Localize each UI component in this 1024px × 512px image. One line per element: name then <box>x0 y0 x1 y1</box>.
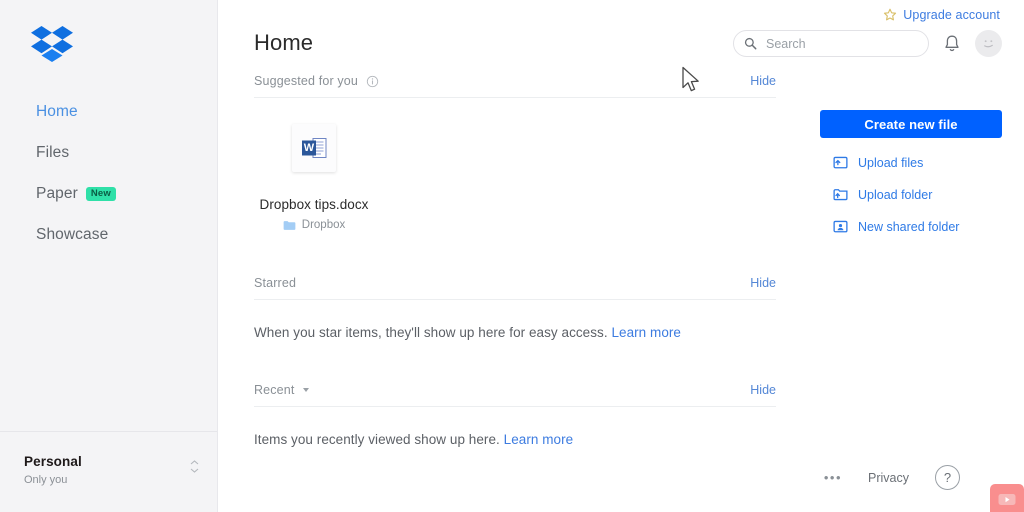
account-subtitle: Only you <box>24 474 68 486</box>
recent-learn-more-link[interactable]: Learn more <box>504 432 574 447</box>
rail-link-label: Upload files <box>858 155 924 170</box>
folder-icon <box>283 220 296 230</box>
sidebar-item-label: Home <box>36 103 78 120</box>
starred-empty-text: When you star items, they'll show up her… <box>254 325 608 340</box>
starred-learn-more-link[interactable]: Learn more <box>611 325 681 340</box>
hide-starred-link[interactable]: Hide <box>750 276 776 290</box>
dropbox-home-page: Home Files Paper New Showcase Personal O… <box>0 0 1024 512</box>
sidebar: Home Files Paper New Showcase Personal O… <box>0 0 218 512</box>
starred-empty-state: When you star items, they'll show up her… <box>254 300 776 340</box>
file-location-text: Dropbox <box>301 219 346 231</box>
section-suggested: Suggested for you Hide W Dropbox tips.do… <box>254 74 776 231</box>
search-input[interactable] <box>766 36 916 51</box>
avatar[interactable] <box>975 30 1002 57</box>
chevron-down-icon <box>190 468 199 473</box>
avatar-face-icon <box>984 40 993 48</box>
top-bar <box>733 30 1002 57</box>
privacy-link[interactable]: Privacy <box>868 471 909 485</box>
search-box[interactable] <box>733 30 929 57</box>
rail-link-label: New shared folder <box>858 219 960 234</box>
new-shared-folder-link[interactable]: New shared folder <box>820 219 1002 234</box>
sidebar-item-label: Showcase <box>36 226 109 243</box>
upgrade-account-row[interactable]: Upgrade account <box>883 8 1000 22</box>
info-icon[interactable] <box>366 75 379 88</box>
recent-empty-state: Items you recently viewed show up here. … <box>254 407 776 447</box>
main-content: Upgrade account H <box>218 0 1024 512</box>
section-title: Recent <box>254 383 295 397</box>
section-title-wrap[interactable]: Recent <box>254 383 309 397</box>
section-header: Starred Hide <box>254 276 776 300</box>
section-title-wrap: Starred <box>254 276 296 290</box>
search-icon <box>744 37 757 50</box>
bell-icon[interactable] <box>943 34 961 54</box>
shared-folder-icon <box>833 220 848 233</box>
upload-folder-link[interactable]: Upload folder <box>820 187 1002 202</box>
sections-container: Suggested for you Hide W Dropbox tips.do… <box>254 74 776 447</box>
rail-link-label: Upload folder <box>858 187 933 202</box>
new-badge: New <box>85 187 117 201</box>
section-title: Suggested for you <box>254 74 359 88</box>
chevron-down-icon[interactable] <box>302 388 309 392</box>
account-info: Personal Only you <box>24 454 82 486</box>
upload-folder-icon <box>833 189 848 201</box>
section-starred: Starred Hide When you star items, they'l… <box>254 276 776 340</box>
recent-empty-text: Items you recently viewed show up here. <box>254 432 500 447</box>
file-name: Dropbox tips.docx <box>259 197 369 212</box>
sidebar-item-files[interactable]: Files <box>0 138 217 168</box>
play-icon <box>998 493 1016 505</box>
sidebar-item-showcase[interactable]: Showcase <box>0 220 217 250</box>
sidebar-item-label: Paper <box>36 185 78 202</box>
file-card[interactable]: W Dropbox tips.docx Dropbox <box>254 124 374 231</box>
sidebar-nav: Home Files Paper New Showcase <box>0 97 217 250</box>
section-title: Starred <box>254 276 297 290</box>
star-icon <box>884 8 897 21</box>
section-header: Recent Hide <box>254 383 776 407</box>
hide-recent-link[interactable]: Hide <box>750 383 776 397</box>
more-options-button[interactable]: ••• <box>824 470 842 485</box>
footer: ••• Privacy ? <box>824 465 960 490</box>
help-button[interactable]: ? <box>935 465 960 490</box>
upgrade-account-link[interactable]: Upgrade account <box>903 8 1000 22</box>
upload-files-link[interactable]: Upload files <box>820 155 1002 170</box>
sidebar-item-paper[interactable]: Paper New <box>0 179 217 209</box>
create-new-file-button[interactable]: Create new file <box>820 110 1002 138</box>
section-recent: Recent Hide Items you recently viewed sh… <box>254 383 776 447</box>
upload-file-icon <box>833 156 848 169</box>
account-name: Personal <box>24 454 82 469</box>
account-switcher-chevrons <box>190 454 199 473</box>
file-location: Dropbox <box>283 219 345 231</box>
hide-suggested-link[interactable]: Hide <box>750 74 776 88</box>
chevron-up-icon <box>190 460 199 465</box>
corner-video-badge[interactable] <box>990 484 1024 512</box>
file-thumbnail: W <box>292 124 336 172</box>
sidebar-item-home[interactable]: Home <box>0 97 217 127</box>
section-header: Suggested for you Hide <box>254 74 776 98</box>
svg-text:W: W <box>304 142 315 154</box>
section-title-wrap: Suggested for you <box>254 74 379 88</box>
account-switcher[interactable]: Personal Only you <box>0 431 217 512</box>
word-doc-icon: W <box>302 138 327 158</box>
sidebar-item-label: Files <box>36 144 70 161</box>
page-title: Home <box>254 30 314 55</box>
right-rail: Create new file Upload files Upload fold… <box>820 110 1002 234</box>
dropbox-logo[interactable] <box>0 0 217 67</box>
dropbox-logo-icon <box>31 26 73 62</box>
